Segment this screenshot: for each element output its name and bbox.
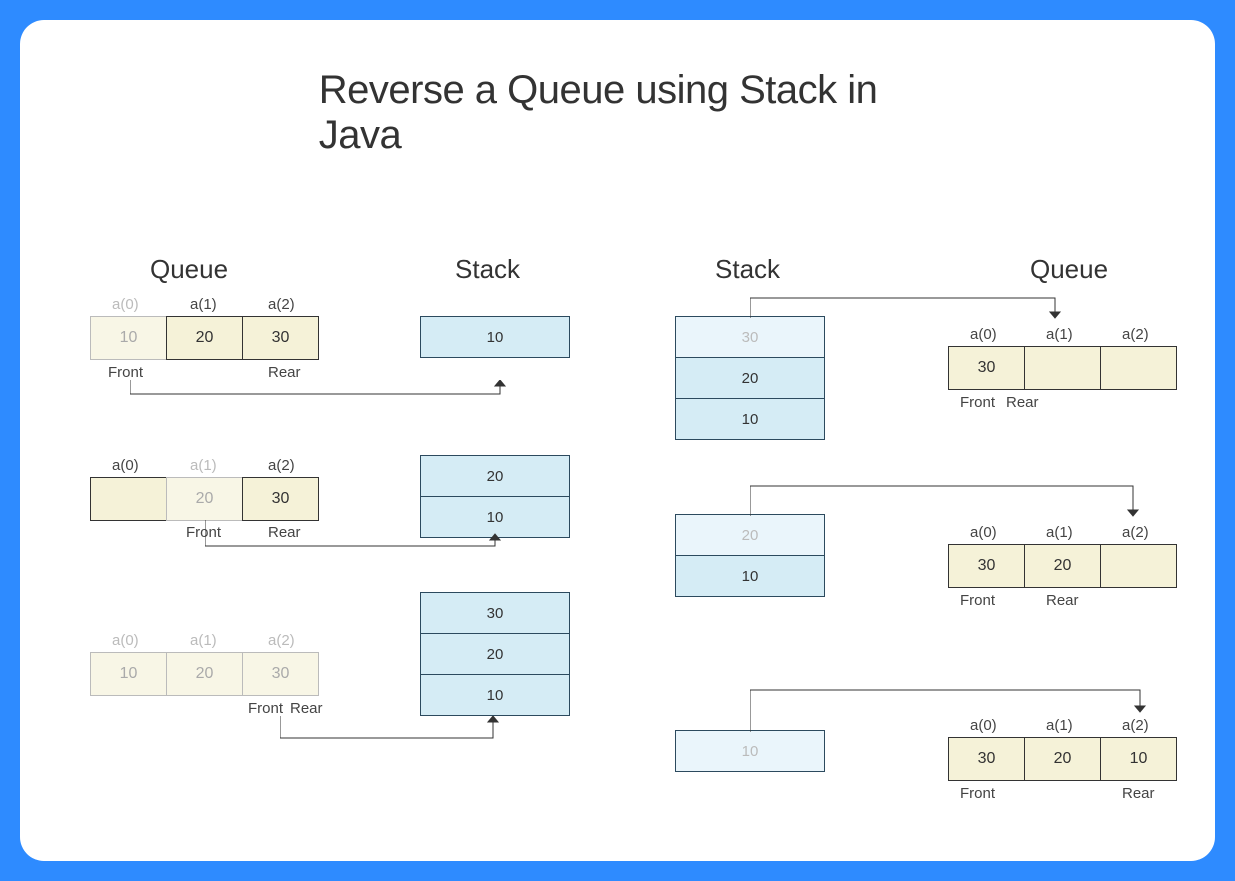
qcell: 10	[90, 652, 167, 696]
lbl-front-r2: Front	[960, 592, 995, 609]
idx-a0-r1: a(0)	[970, 326, 997, 343]
lbl-front-r3: Front	[960, 785, 995, 802]
lbl-rear-l1: Rear	[268, 364, 301, 381]
queue-l3: 10 20 30	[90, 652, 318, 696]
idx-a1-l1: a(1)	[190, 296, 217, 313]
idx-a1-r2: a(1)	[1046, 524, 1073, 541]
queue-l2: 20 30	[90, 477, 318, 521]
qcell: 30	[948, 544, 1025, 588]
queue-r3: 30 20 10	[948, 737, 1176, 781]
lbl-rear-l3: Rear	[290, 700, 323, 717]
stack-r1: 30 20 10	[675, 316, 825, 439]
arrow-l2	[205, 520, 505, 560]
idx-a2-r1: a(2)	[1122, 326, 1149, 343]
lbl-rear-r2: Rear	[1046, 592, 1079, 609]
qcell	[1100, 544, 1177, 588]
scell: 10	[420, 674, 570, 716]
idx-a0-l2: a(0)	[112, 457, 139, 474]
qcell: 30	[242, 652, 319, 696]
arrow-r2	[750, 484, 1150, 526]
lbl-front-l3: Front	[248, 700, 283, 717]
qcell: 20	[166, 477, 243, 521]
label-queue-left: Queue	[150, 254, 228, 285]
idx-a1-l3: a(1)	[190, 632, 217, 649]
label-stack-left: Stack	[455, 254, 520, 285]
scell: 10	[675, 555, 825, 597]
queue-l1: 10 20 30	[90, 316, 318, 360]
idx-a0-l3: a(0)	[112, 632, 139, 649]
lbl-front-r1: Front	[960, 394, 995, 411]
scell: 10	[420, 316, 570, 358]
stack-l3: 30 20 10	[420, 592, 570, 715]
stack-r2: 20 10	[675, 514, 825, 596]
qcell	[1100, 346, 1177, 390]
label-queue-right: Queue	[1030, 254, 1108, 285]
scell: 20	[420, 455, 570, 497]
qcell: 10	[1100, 737, 1177, 781]
arrow-r1	[750, 296, 1070, 328]
arrow-r3	[750, 688, 1150, 734]
idx-a0-l1: a(0)	[112, 296, 139, 313]
queue-r2: 30 20	[948, 544, 1176, 588]
idx-a2-l2: a(2)	[268, 457, 295, 474]
idx-a0-r2: a(0)	[970, 524, 997, 541]
diagram-canvas: Reverse a Queue using Stack in Java Queu…	[20, 20, 1215, 861]
lbl-front-l1: Front	[108, 364, 143, 381]
idx-a1-l2: a(1)	[190, 457, 217, 474]
arrow-l3	[280, 716, 500, 756]
page-title: Reverse a Queue using Stack in Java	[319, 68, 917, 158]
qcell: 30	[948, 346, 1025, 390]
idx-a2-r2: a(2)	[1122, 524, 1149, 541]
scell: 10	[675, 730, 825, 772]
qcell: 20	[1024, 737, 1101, 781]
arrow-l1	[130, 380, 510, 420]
scell: 20	[675, 357, 825, 399]
qcell	[1024, 346, 1101, 390]
stack-l1: 10	[420, 316, 570, 357]
lbl-rear-r3: Rear	[1122, 785, 1155, 802]
qcell: 30	[242, 316, 319, 360]
scell: 20	[420, 633, 570, 675]
lbl-rear-r1: Rear	[1006, 394, 1039, 411]
idx-a1-r1: a(1)	[1046, 326, 1073, 343]
qcell: 30	[242, 477, 319, 521]
idx-a2-l3: a(2)	[268, 632, 295, 649]
queue-r1: 30	[948, 346, 1176, 390]
scell: 30	[420, 592, 570, 634]
qcell: 20	[166, 316, 243, 360]
qcell	[90, 477, 167, 521]
qcell: 30	[948, 737, 1025, 781]
qcell: 20	[1024, 544, 1101, 588]
qcell: 10	[90, 316, 167, 360]
idx-a2-l1: a(2)	[268, 296, 295, 313]
scell: 10	[675, 398, 825, 440]
stack-r3: 10	[675, 730, 825, 771]
label-stack-right: Stack	[715, 254, 780, 285]
qcell: 20	[166, 652, 243, 696]
